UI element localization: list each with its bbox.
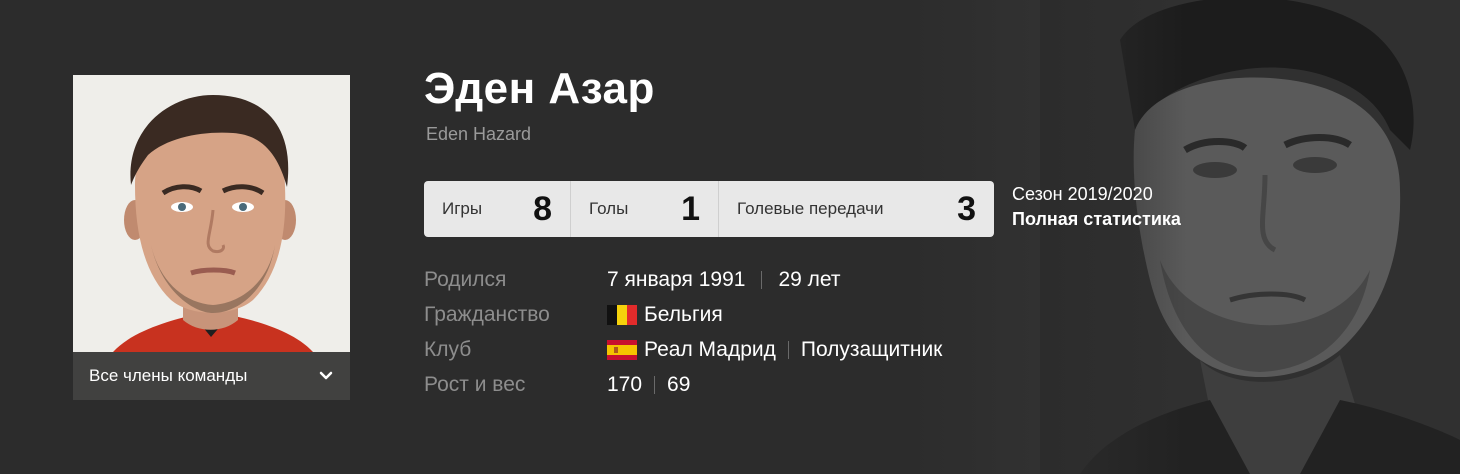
season-stats-bar: Игры 8 Голы 1 Голевые передачи 3 — [424, 181, 994, 237]
height-value: 170 — [607, 372, 643, 396]
info-row-club: Клуб Реал Мадрид Полузащитник — [424, 332, 942, 367]
info-row-height-weight: Рост и вес 170 69 — [424, 367, 942, 402]
stat-assists-label: Голевые передачи — [737, 199, 884, 218]
spain-flag-icon — [607, 339, 637, 360]
team-members-dropdown-label: Все члены команды — [89, 366, 248, 385]
club-name[interactable]: Реал Мадрид — [644, 338, 776, 362]
stat-goals-label: Голы — [589, 199, 629, 218]
player-name: Эден Азар — [424, 64, 655, 113]
born-date: 7 января 1991 — [607, 267, 746, 291]
stat-goals-value: 1 — [681, 189, 700, 228]
born-label: Родился — [424, 267, 507, 291]
citizenship-value: Бельгия — [607, 303, 723, 327]
chevron-down-icon — [319, 371, 333, 380]
stat-goals: Голы 1 — [571, 181, 719, 237]
season-info: Сезон 2019/2020 Полная статистика — [1012, 182, 1181, 232]
stat-games-label: Игры — [442, 199, 483, 218]
team-members-dropdown[interactable]: Все члены команды — [73, 352, 350, 400]
player-name-latin: Eden Hazard — [426, 124, 532, 144]
info-row-born: Родился 7 января 1991 29 лет — [424, 262, 942, 297]
height-weight-label: Рост и вес — [424, 372, 526, 396]
age: 29 лет — [778, 267, 841, 291]
stat-games-value: 8 — [533, 189, 552, 228]
stat-assists-value: 3 — [957, 189, 976, 228]
club-label: Клуб — [424, 337, 472, 361]
citizenship-country: Бельгия — [644, 302, 723, 326]
stat-assists: Голевые передачи 3 — [719, 181, 994, 237]
player-info: Родился 7 января 1991 29 лет Гражданство… — [424, 262, 942, 402]
divider — [787, 340, 789, 359]
stat-games: Игры 8 — [424, 181, 571, 237]
club-value: Реал Мадрид Полузащитник — [607, 338, 942, 362]
background-portrait — [1040, 0, 1460, 474]
player-photo — [73, 75, 350, 352]
belgium-flag-icon — [607, 304, 637, 325]
full-stats-link[interactable]: Полная статистика — [1012, 207, 1181, 232]
citizenship-label: Гражданство — [424, 302, 550, 326]
info-row-citizenship: Гражданство Бельгия — [424, 297, 942, 332]
divider — [761, 270, 763, 289]
season-label: Сезон 2019/2020 — [1012, 184, 1153, 204]
weight-value: 69 — [667, 372, 691, 396]
divider — [654, 375, 656, 394]
born-value: 7 января 1991 29 лет — [607, 268, 841, 292]
player-position: Полузащитник — [800, 337, 943, 361]
height-weight-value: 170 69 — [607, 373, 690, 397]
